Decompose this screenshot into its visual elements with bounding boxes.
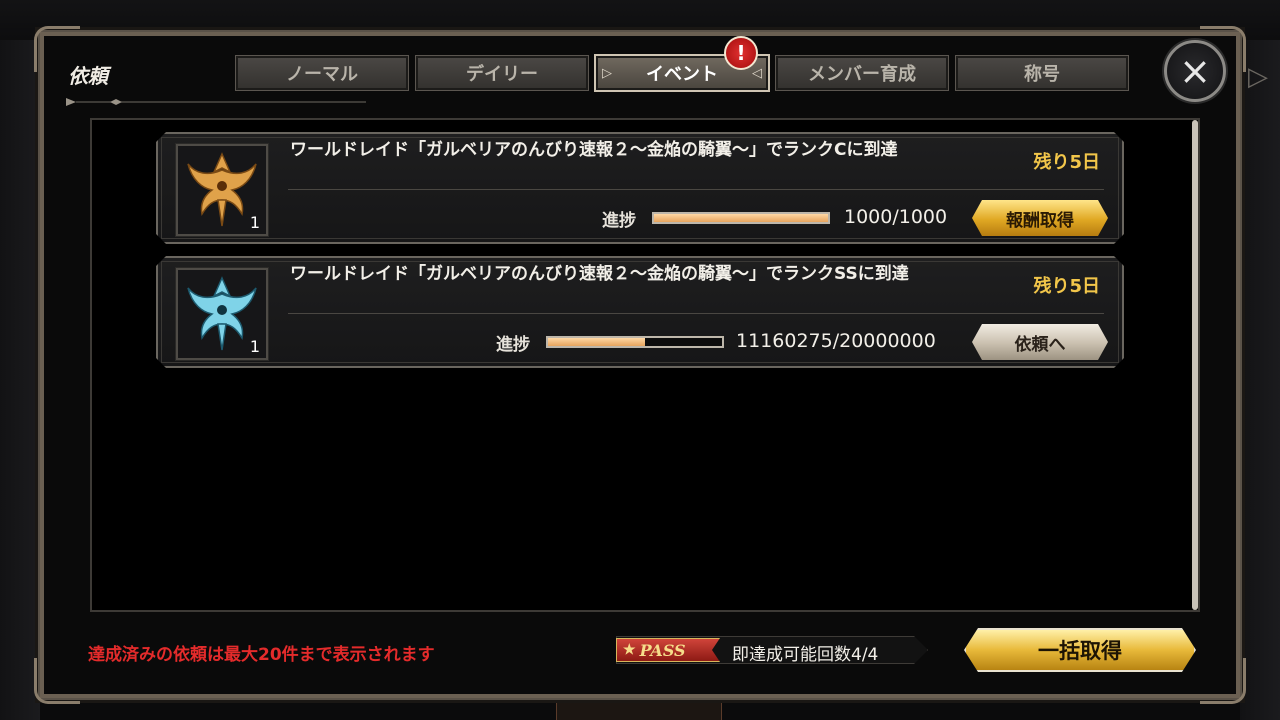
tab-normal[interactable]: ノーマル [235,55,409,91]
footer-note: 達成済みの依頼は最大20件まで表示されます [88,645,435,665]
tab-label: デイリー [466,64,538,85]
progress-fill [548,338,645,346]
frame-corner-ornament [34,658,80,704]
progress-bar [652,212,830,224]
quest-card: 1 ワールドレイド「ガルベリアのんびり速報２～金焔の騎翼～」でランクSSに到達 … [156,256,1124,368]
pass-remaining-count: 即達成可能回数4/4 [732,645,879,665]
tab-daily[interactable]: デイリー [415,55,589,91]
background-right-edge [1240,40,1280,720]
go-to-quest-button[interactable]: 依頼へ [972,324,1108,360]
quest-title: ワールドレイド「ガルベリアのんびり速報２～金焔の騎翼～」でランクCに到達 [290,140,898,160]
pass-badge: ★ PASS [616,638,720,662]
frame-corner-ornament [1200,658,1246,704]
pass-label: PASS [639,640,686,660]
progress-label: 進捗 [602,211,636,231]
chevron-left-icon: ◁ [752,66,762,81]
background-bottom-tab [556,700,722,720]
progress-value: 11160275/20000000 [736,330,936,352]
tab-label: メンバー育成 [808,64,916,85]
reward-count: 1 [249,337,260,356]
tab-title[interactable]: 称号 [955,55,1129,91]
chevron-right-icon: ▷ [602,66,612,81]
quest-card: 1 ワールドレイド「ガルベリアのんびり速報２～金焔の騎翼～」でランクCに到達 残… [156,132,1124,244]
star-icon: ★ [623,642,636,658]
remaining-days: 残り5日 [1033,152,1100,173]
progress-bar [546,336,724,348]
reward-count: 1 [249,213,260,232]
alert-badge-icon: ! [724,36,758,70]
reward-item[interactable]: 1 [176,268,268,360]
title-underline-ornament [66,98,366,106]
progress-fill [654,214,828,222]
tab-label: ノーマル [286,64,358,85]
background-left-edge [0,40,40,720]
tab-label: 称号 [1024,64,1060,85]
list-scrollbar[interactable] [1192,120,1198,610]
bulk-claim-button[interactable]: 一括取得 [964,628,1196,672]
tab-bar: ノーマル デイリー ▷ イベント ◁ メンバー育成 称号 [235,54,1129,92]
claim-reward-button[interactable]: 報酬取得 [972,200,1108,236]
remaining-days: 残り5日 [1033,276,1100,297]
card-divider [288,313,1104,314]
progress-label: 進捗 [496,335,530,355]
card-divider [288,189,1104,190]
modal-title: 依頼 [68,64,108,88]
close-button[interactable]: × [1164,40,1226,102]
tab-member-training[interactable]: メンバー育成 [775,55,949,91]
progress-value: 1000/1000 [844,206,948,228]
quest-title: ワールドレイド「ガルベリアのんびり速報２～金焔の騎翼～」でランクSSに到達 [290,264,909,284]
tab-label: イベント [646,64,718,85]
reward-item[interactable]: 1 [176,144,268,236]
chevron-right-icon: ▷ [1248,62,1268,92]
